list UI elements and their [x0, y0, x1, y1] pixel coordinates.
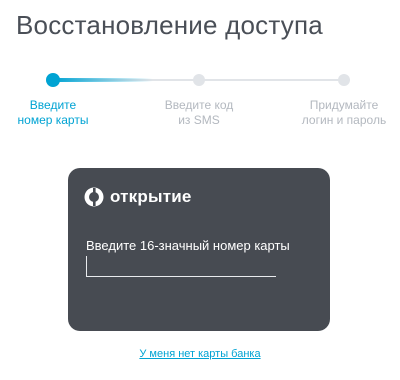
stepper-track-2: [199, 79, 344, 81]
no-card-link[interactable]: У меня нет карты банка: [0, 348, 400, 360]
step-2-label: Введите код из SMS: [164, 98, 234, 127]
input-caret: [86, 256, 87, 276]
step-3-label: Придумайте логин и пароль: [301, 98, 387, 127]
stepper-progress: [53, 78, 153, 82]
page-title: Восстановление доступа: [16, 10, 323, 40]
card-number-label: Введите 16-значный номер карты: [86, 238, 290, 253]
card-number-input[interactable]: [86, 256, 276, 277]
step-2-indicator: [193, 74, 205, 86]
step-1-label: Введите номер карты: [17, 98, 89, 127]
step-3-indicator: [338, 74, 350, 86]
otkritie-logo-icon: [84, 187, 104, 207]
brand-name: открытие: [110, 187, 192, 206]
bank-card-form: открытие Введите 16-значный номер карты: [68, 168, 330, 331]
progress-stepper: Введите номер карты Введите код из SMS П…: [0, 70, 400, 140]
bank-brand: открытие: [84, 187, 192, 207]
step-1-indicator: [46, 73, 60, 87]
